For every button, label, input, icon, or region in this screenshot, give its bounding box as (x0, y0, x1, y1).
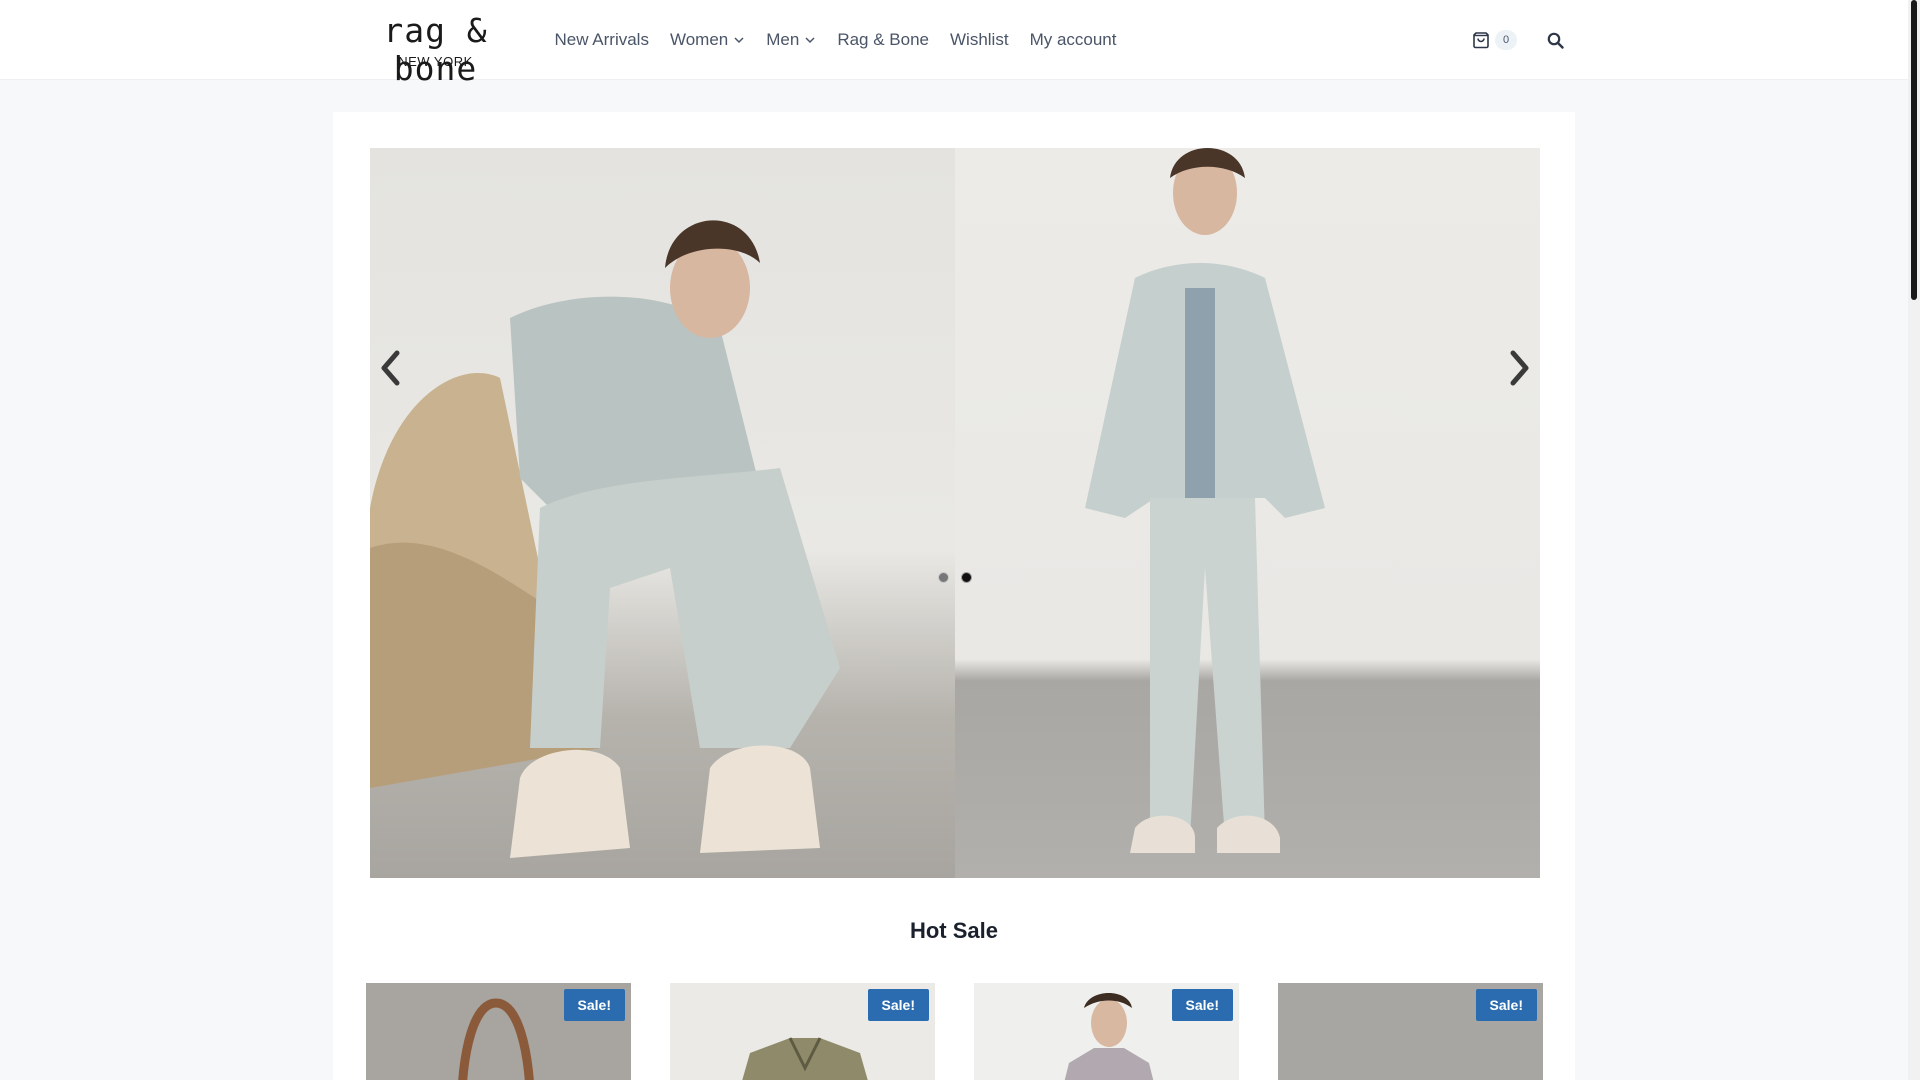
search-button[interactable] (1535, 20, 1575, 60)
nav-item-my-account[interactable]: My account (1019, 0, 1127, 80)
page-scrollbar[interactable] (1908, 0, 1920, 1080)
sale-badge: Sale! (1475, 989, 1537, 1021)
product-card[interactable]: Sale! (366, 983, 631, 1080)
logo-tagline: NEW YORK (398, 54, 473, 69)
standing-model-illustration (1085, 148, 1325, 853)
site-logo[interactable]: rag & bone NEW YORK (333, 8, 538, 88)
chevron-down-icon (734, 37, 744, 44)
nav-item-men[interactable]: Men (756, 0, 827, 80)
header-actions: 0 (1461, 0, 1575, 80)
cart-count-badge: 0 (1495, 30, 1517, 50)
nav-label: Wishlist (950, 30, 1009, 49)
chevron-left-icon (381, 350, 400, 386)
section-title: Hot Sale (909, 918, 999, 943)
header-inner: rag & bone NEW YORK New Arrivals Women M… (333, 0, 1575, 88)
logo-wordmark: rag & bone (383, 11, 488, 88)
slider-dot-2[interactable] (961, 572, 972, 583)
hero-slider (370, 148, 1540, 878)
slide-image-standing-model (955, 148, 1540, 878)
slide-image-seated-model (370, 148, 955, 878)
main-content: Hot Sale Sale! Sale! Sale! Sale! (333, 112, 1575, 1080)
slider-prev-button[interactable] (370, 338, 410, 398)
product-grid: Sale! Sale! Sale! Sale! (366, 983, 1543, 1080)
sale-badge: Sale! (563, 989, 625, 1021)
nav-item-rag-bone[interactable]: Rag & Bone (827, 0, 940, 80)
slider-dot-1[interactable] (938, 572, 949, 583)
cart-button[interactable]: 0 (1461, 20, 1527, 60)
nav-item-new-arrivals[interactable]: New Arrivals (544, 0, 659, 80)
slider-next-button[interactable] (1500, 338, 1540, 398)
chevron-down-icon (805, 37, 815, 44)
slider-pagination (370, 572, 1540, 583)
nav-item-wishlist[interactable]: Wishlist (940, 0, 1020, 80)
nav-label: Rag & Bone (837, 30, 929, 49)
shopping-bag-icon (1473, 32, 1489, 49)
nav-label: My account (1029, 30, 1117, 49)
sale-badge: Sale! (1171, 989, 1233, 1021)
product-card[interactable]: Sale! (974, 983, 1239, 1080)
scrollbar-thumb[interactable] (1911, 0, 1917, 300)
nav-item-women[interactable]: Women (659, 0, 755, 80)
sale-badge: Sale! (867, 989, 929, 1021)
chevron-right-icon (1510, 350, 1529, 386)
product-card[interactable]: Sale! (670, 983, 935, 1080)
main-nav: New Arrivals Women Men Rag & Bone Wishli… (544, 0, 1127, 80)
search-icon (1547, 32, 1564, 49)
nav-label: New Arrivals (554, 30, 649, 49)
nav-label: Women (669, 30, 729, 49)
product-card[interactable]: Sale! (1278, 983, 1543, 1080)
seated-model-illustration (370, 220, 840, 858)
nav-label: Men (766, 30, 800, 49)
site-header: rag & bone NEW YORK New Arrivals Women M… (0, 0, 1908, 88)
